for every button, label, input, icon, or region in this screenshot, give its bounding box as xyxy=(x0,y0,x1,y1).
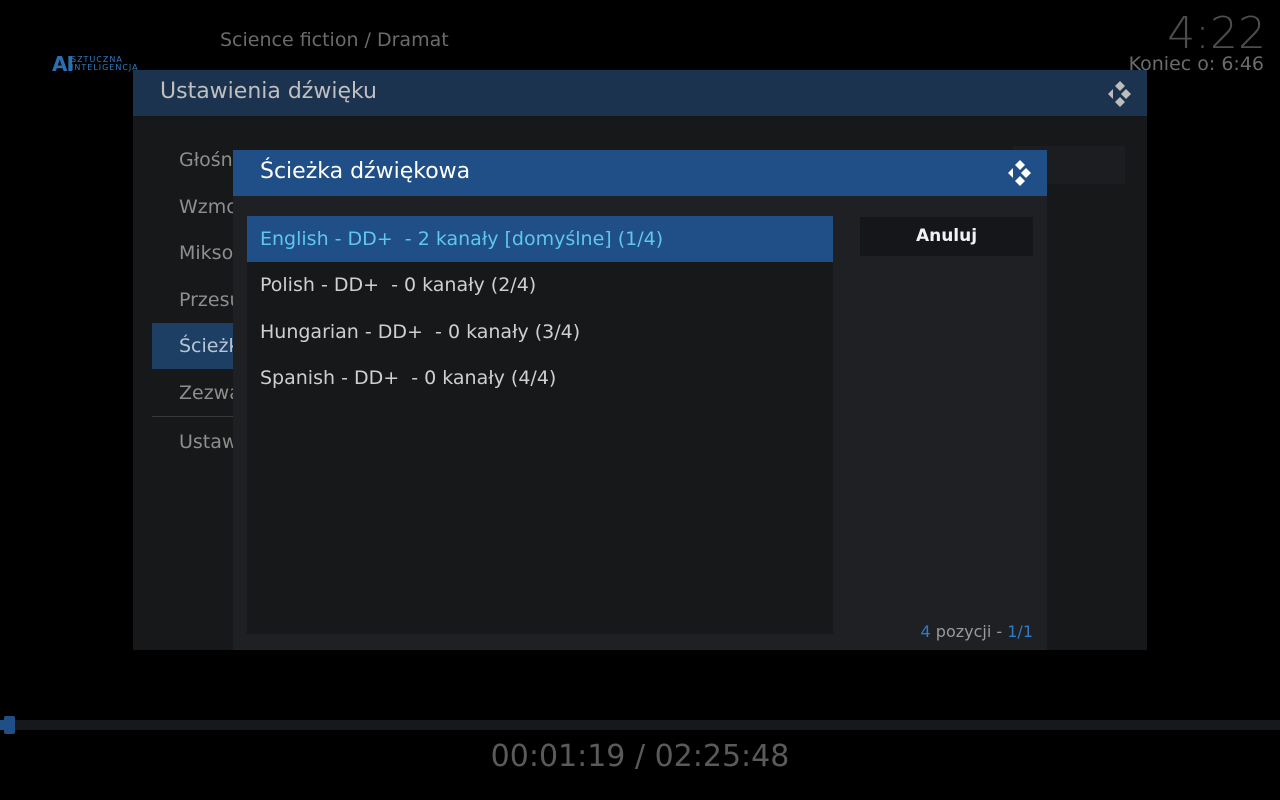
genre-label: Science fiction / Dramat xyxy=(220,29,449,51)
seek-bar[interactable] xyxy=(0,720,1280,730)
audio-track-dialog: Ścieżka dźwiękowa English - DD+ - 2 kana… xyxy=(233,150,1047,650)
dialog-title: Ścieżka dźwiękowa xyxy=(260,159,471,184)
audio-track-list: English - DD+ - 2 kanały [domyślne] (1/4… xyxy=(247,216,833,634)
list-item[interactable]: English - DD+ - 2 kanały [domyślne] (1/4… xyxy=(247,216,833,262)
settings-item-settings[interactable]: Ustawienia xyxy=(152,419,242,465)
settings-item-audio-stream[interactable]: Ścieżka dźwiękowa xyxy=(152,323,242,369)
settings-item-allow[interactable]: Zezwalaj xyxy=(152,370,242,416)
timecode: 00:01:19 / 02:25:48 xyxy=(0,739,1280,774)
logo-mark: AI xyxy=(52,52,74,76)
settings-item-amplification[interactable]: Wzmocnienie xyxy=(152,184,242,230)
settings-item-volume[interactable]: Głośność xyxy=(152,137,242,183)
settings-item-offset[interactable]: Przesunięcie xyxy=(152,277,242,323)
item-count-total: 4 xyxy=(920,622,931,641)
logo-line-2: INTELIGENCJA xyxy=(71,63,139,72)
item-count: 4 pozycji - 1/1 xyxy=(921,622,1033,641)
end-time: Koniec o: 6:46 xyxy=(1128,53,1264,75)
list-item[interactable]: Spanish - DD+ - 0 kanały (4/4) xyxy=(247,355,833,401)
cancel-button[interactable]: Anuluj xyxy=(860,217,1033,256)
time-separator: / xyxy=(625,739,655,774)
list-item[interactable]: Hungarian - DD+ - 0 kanały (3/4) xyxy=(247,309,833,355)
audio-settings-header: Ustawienia dźwięku xyxy=(133,70,1147,116)
seek-handle[interactable] xyxy=(4,716,15,734)
elapsed-time: 00:01:19 xyxy=(490,739,626,774)
audio-settings-title: Ustawienia dźwięku xyxy=(160,79,378,104)
item-count-text: pozycji - xyxy=(930,622,1008,641)
audio-track-header: Ścieżka dźwiękowa xyxy=(233,150,1047,196)
list-item[interactable]: Polish - DD+ - 0 kanały (2/4) xyxy=(247,262,833,308)
clock: 4:22 xyxy=(1167,8,1266,59)
page-indicator: 1/1 xyxy=(1007,622,1033,641)
settings-divider xyxy=(152,416,242,417)
total-duration: 02:25:48 xyxy=(654,739,790,774)
settings-item-downmix[interactable]: Miksowanie xyxy=(152,230,242,276)
kodi-logo-icon xyxy=(1103,77,1137,111)
kodi-logo-icon xyxy=(1003,156,1037,190)
